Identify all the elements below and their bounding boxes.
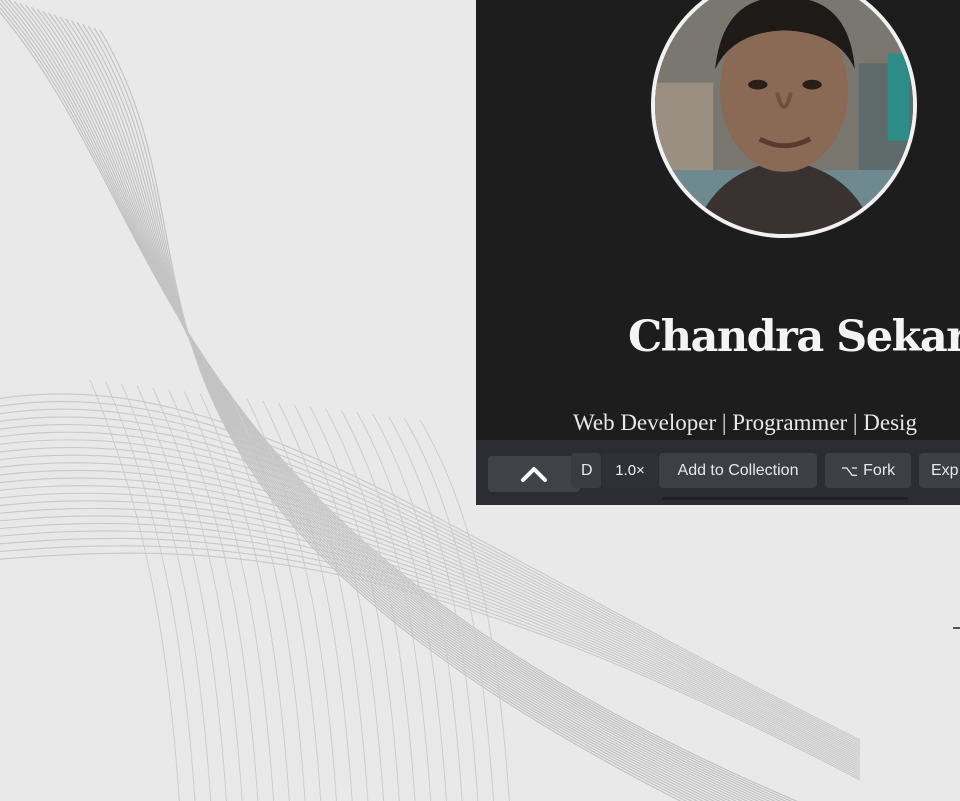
fork-label: Fork — [863, 461, 896, 479]
details-button[interactable]: D — [571, 453, 601, 488]
fork-button[interactable]: ⌥ Fork — [825, 453, 911, 488]
wave-line — [0, 545, 861, 779]
avatar-photo — [655, 0, 913, 234]
pen-toolbar: D 1.0× Add to Collection ⌥ Fork Exp — [476, 440, 960, 505]
fork-icon: ⌥ — [840, 462, 859, 480]
wave-line — [0, 477, 861, 762]
wave-line — [89, 379, 180, 801]
chevron-up-icon — [521, 467, 547, 482]
wave-line — [325, 408, 416, 801]
collapse-button[interactable] — [488, 456, 580, 492]
export-button[interactable]: Exp — [919, 453, 960, 488]
decorative-dash — [953, 627, 960, 629]
add-to-collection-button[interactable]: Add to Collection — [659, 453, 817, 488]
wave-line — [0, 552, 861, 781]
wave-line — [120, 383, 212, 801]
profile-tagline: Web Developer | Programmer | Desig — [573, 410, 917, 435]
wave-line — [0, 485, 861, 764]
toolbar-divider — [662, 497, 908, 500]
speed-indicator[interactable]: 1.0× — [602, 453, 658, 488]
wave-line — [136, 385, 227, 801]
profile-name: Chandra Sekar — [628, 312, 960, 362]
